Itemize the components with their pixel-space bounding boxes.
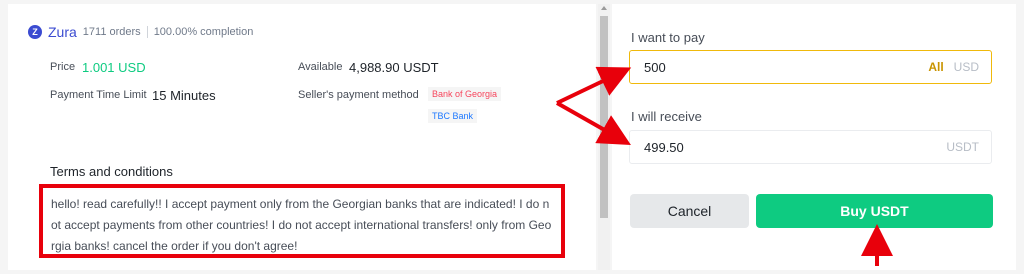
- scrollbar-thumb[interactable]: [600, 16, 608, 218]
- pay-label: I want to pay: [631, 30, 705, 45]
- receive-amount-input[interactable]: 499.50 USDT: [629, 130, 992, 164]
- terms-text-highlighted: hello! read carefully!! I accept payment…: [39, 184, 565, 258]
- merchant-row: Z Zura 1711 orders 100.00% completion: [28, 24, 253, 40]
- payment-method-label: Seller's payment method: [298, 89, 419, 101]
- pay-unit: USD: [953, 60, 979, 74]
- order-form-panel: I want to pay 500 All USD I will receive…: [612, 4, 1016, 270]
- merchant-completion: 100.00% completion: [146, 26, 253, 38]
- time-limit-label: Payment Time Limit: [50, 89, 147, 101]
- avatar: Z: [28, 25, 42, 39]
- pay-amount-input[interactable]: 500 All USD: [629, 50, 992, 84]
- p2p-order-page: Z Zura 1711 orders 100.00% completion Pr…: [0, 0, 1024, 274]
- payment-method-badge-bank-of-georgia: Bank of Georgia: [428, 87, 502, 101]
- available-value: 4,988.90 USDT: [349, 60, 439, 75]
- merchant-orders: 1711 orders: [82, 26, 141, 38]
- ad-details-panel: Z Zura 1711 orders 100.00% completion Pr…: [8, 4, 596, 270]
- scroll-up-arrow-icon[interactable]: [601, 6, 607, 10]
- time-limit-value: 15 Minutes: [152, 88, 216, 103]
- available-label: Available: [298, 61, 343, 73]
- cancel-button[interactable]: Cancel: [630, 194, 749, 228]
- pay-amount-value[interactable]: 500: [644, 60, 928, 75]
- receive-amount-value[interactable]: 499.50: [644, 140, 946, 155]
- payment-method-badge-tbc-bank: TBC Bank: [428, 109, 478, 123]
- buy-usdt-button[interactable]: Buy USDT: [756, 194, 993, 228]
- receive-unit: USDT: [946, 140, 979, 154]
- receive-label: I will receive: [631, 109, 702, 124]
- price-label: Price: [50, 61, 76, 73]
- merchant-name[interactable]: Zura: [48, 24, 77, 40]
- pay-all-button[interactable]: All: [928, 60, 943, 74]
- scrollbar[interactable]: [598, 4, 610, 270]
- price-value: 1.001 USD: [82, 60, 146, 75]
- terms-title: Terms and conditions: [50, 164, 173, 179]
